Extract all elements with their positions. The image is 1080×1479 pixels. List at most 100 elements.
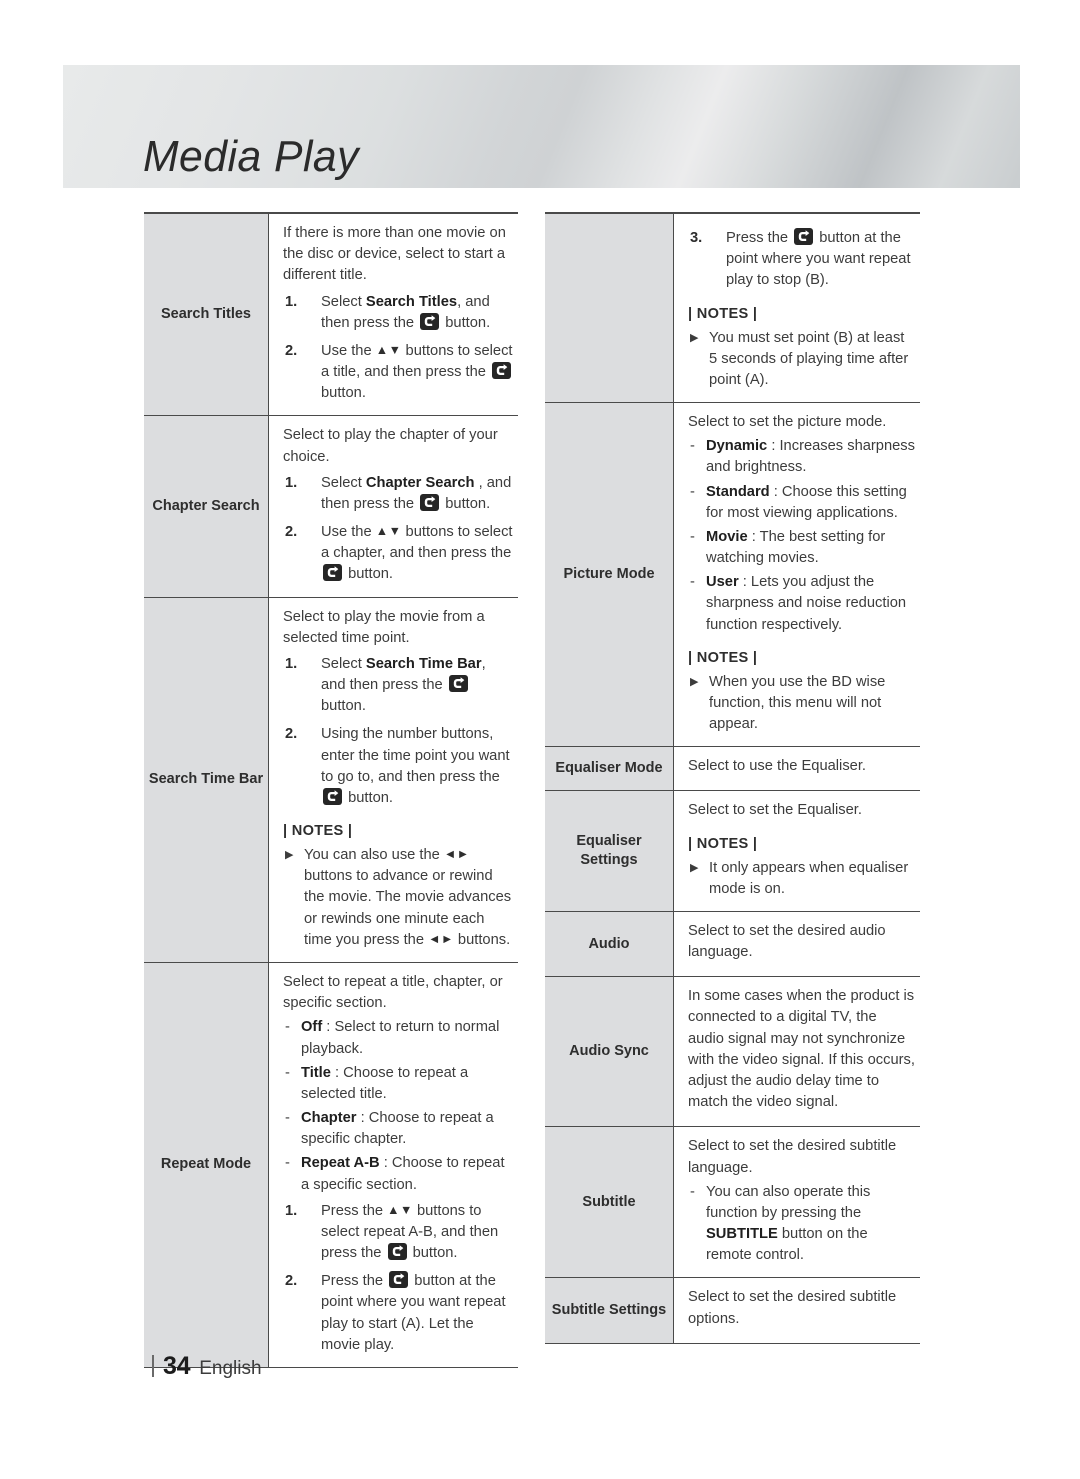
settings-table-right: 3. Press the button at the point where yo…: [545, 212, 920, 1344]
triangle-bullet-icon: ▶: [690, 675, 699, 688]
setting-description-cell: Select to set the picture mode. - Dynamic …: [673, 402, 920, 748]
enter-button-icon: [420, 493, 440, 511]
keyword-text: Dynamic: [706, 438, 768, 455]
setting-label-cell: Subtitle Settings: [545, 1277, 674, 1344]
numbered-step-item: 3. Press the button at the point where yo…: [690, 228, 911, 289]
description-paragraph: If there is more than one movie on the d…: [283, 225, 506, 284]
description-paragraph: Select to play the movie from a selected…: [283, 608, 485, 646]
enter-button-icon: [448, 675, 468, 693]
setting-label-cell: Equaliser Settings: [545, 790, 674, 912]
option-list-item: - Standard : Choose this setting for most…: [690, 483, 907, 521]
keyword-text: Off: [301, 1019, 323, 1036]
notes-list: ▶ You can also use the ◄► buttons to adva…: [283, 845, 514, 951]
table-row: Subtitle Settings Select to set the desir…: [545, 1277, 920, 1344]
table-row: Equaliser Settings Select to set the Equa…: [545, 790, 920, 912]
enter-button-icon: [323, 564, 342, 582]
right-column: 3. Press the button at the point where yo…: [545, 212, 920, 1344]
numbered-step-list: 1. Select Chapter Search , and then press…: [283, 473, 514, 586]
setting-description-cell: In some cases when the product is connec…: [673, 976, 920, 1128]
description-paragraph: Select to set the desired audio language…: [688, 922, 886, 961]
step-number: 2.: [285, 524, 298, 541]
option-list-item: - Off : Select to return to normal playba…: [285, 1019, 500, 1057]
keyword-text: Movie: [706, 528, 748, 545]
numbered-step-list: 1. Select Search Time Bar, and then press…: [283, 654, 514, 809]
notes-list: ▶ You must set point (B) at least 5 secon…: [688, 328, 916, 392]
dash-marker-icon: -: [285, 1019, 290, 1036]
keyword-text: Standard: [706, 483, 770, 500]
table-row: 3. Press the button at the point where yo…: [545, 212, 920, 404]
direction-arrows-icon: ◄►: [443, 847, 470, 862]
description-paragraph: Select to set the desired subtitle optio…: [688, 1289, 897, 1327]
dash-marker-icon: -: [285, 1155, 290, 1172]
enter-button-icon: [323, 787, 342, 805]
setting-description-cell: Select to repeat a title, chapter, or sp…: [268, 962, 518, 1368]
direction-arrows-icon: ▲▼: [375, 342, 402, 357]
setting-label-cell: Audio Sync: [545, 976, 674, 1128]
step-number: 3.: [690, 230, 703, 246]
step-number: 1.: [285, 293, 298, 310]
triangle-bullet-icon: ▶: [690, 331, 699, 344]
numbered-step-item: 1. Select Search Time Bar, and then press…: [285, 655, 486, 715]
setting-description-cell: Select to use the Equaliser.: [673, 746, 920, 792]
notes-heading: | NOTES |: [283, 823, 353, 840]
option-list-item: - User : Lets you adjust the sharpness an…: [690, 574, 907, 633]
dash-marker-icon: -: [285, 1064, 290, 1081]
keyword-text: Repeat A-B: [301, 1155, 380, 1172]
notes-list: ▶ When you use the BD wise function, this…: [688, 672, 916, 736]
option-list-item: - Dynamic : Increases sharpness and brigh…: [690, 438, 915, 476]
notes-heading: | NOTES |: [688, 649, 758, 666]
page-title: Media Play: [143, 132, 359, 181]
keyword-text: User: [706, 574, 739, 591]
setting-label-cell: Search Titles: [144, 212, 269, 417]
table-row: Chapter Search Select to play the chapter…: [144, 415, 518, 598]
setting-label-cell: Picture Mode: [545, 402, 674, 748]
numbered-step-list: 1. Select Search Titles, and then press t…: [283, 292, 514, 405]
setting-label-cell: [545, 212, 674, 404]
description-paragraph: Select to set the desired subtitle langu…: [688, 1138, 897, 1176]
option-list: - Dynamic : Increases sharpness and brigh…: [688, 436, 916, 636]
dash-marker-icon: -: [690, 438, 695, 455]
page-header-banner: Media Play: [63, 65, 1020, 188]
keyword-text: Chapter Search: [365, 474, 475, 491]
footer-rule: [152, 1355, 154, 1377]
numbered-step-item: 2. Use the ▲▼ buttons to select a chapter…: [285, 524, 513, 583]
description-paragraph: Select to repeat a title, chapter, or sp…: [283, 973, 503, 1012]
setting-description-cell: If there is more than one movie on the d…: [268, 212, 518, 417]
enter-button-icon: [492, 362, 512, 380]
notes-heading: | NOTES |: [688, 835, 758, 852]
option-list-item: - Title : Choose to repeat a selected tit…: [285, 1064, 469, 1102]
keyword-text: Search Titles: [365, 293, 458, 310]
table-row: Subtitle Select to set the desired subtit…: [545, 1126, 920, 1279]
table-body-left: Search Titles If there is more than one m…: [144, 212, 518, 1368]
option-list-item: - You can also operate this function by p…: [690, 1183, 871, 1264]
table-row: Picture Mode Select to set the picture mo…: [545, 402, 920, 748]
table-row: Equaliser Mode Select to use the Equalise…: [545, 746, 920, 792]
keyword-text: Search Time Bar: [365, 655, 482, 672]
description-paragraph: Select to set the picture mode.: [688, 414, 887, 431]
setting-label-cell: Audio: [545, 911, 674, 978]
setting-description-cell: 3. Press the button at the point where yo…: [673, 212, 920, 404]
table-row: Repeat Mode Select to repeat a title, cha…: [144, 962, 518, 1368]
table-row: Audio Select to set the desired audio lan…: [545, 911, 920, 978]
dash-marker-icon: -: [690, 528, 695, 545]
notes-heading: | NOTES |: [688, 305, 758, 322]
notes-list-item: ▶ It only appears when equaliser mode is …: [690, 859, 909, 897]
step-number: 1.: [285, 655, 298, 672]
keyword-text: Title: [301, 1064, 331, 1081]
setting-description-cell: Select to set the desired subtitle langu…: [673, 1126, 920, 1279]
notes-list-item: ▶ When you use the BD wise function, this…: [690, 673, 886, 733]
description-paragraph: Select to set the Equaliser.: [688, 802, 862, 819]
numbered-step-list: 3. Press the button at the point where yo…: [688, 228, 916, 292]
enter-button-icon: [389, 1271, 409, 1289]
setting-description-cell: Select to set the desired subtitle optio…: [673, 1277, 920, 1344]
option-list: - Off : Select to return to normal playba…: [283, 1017, 514, 1195]
page-language: English: [199, 1358, 262, 1379]
step-number: 2.: [285, 726, 298, 743]
dash-marker-icon: -: [285, 1110, 290, 1127]
table-row: Search Time Bar Select to play the movie …: [144, 597, 518, 963]
left-column: Search Titles If there is more than one m…: [144, 212, 518, 1368]
setting-description-cell: Select to play the chapter of your choic…: [268, 415, 518, 598]
option-list-item: - Movie : The best setting for watching m…: [690, 528, 886, 567]
dash-marker-icon: -: [690, 483, 695, 500]
option-list-item: - Repeat A-B : Choose to repeat a specifi…: [285, 1155, 505, 1193]
